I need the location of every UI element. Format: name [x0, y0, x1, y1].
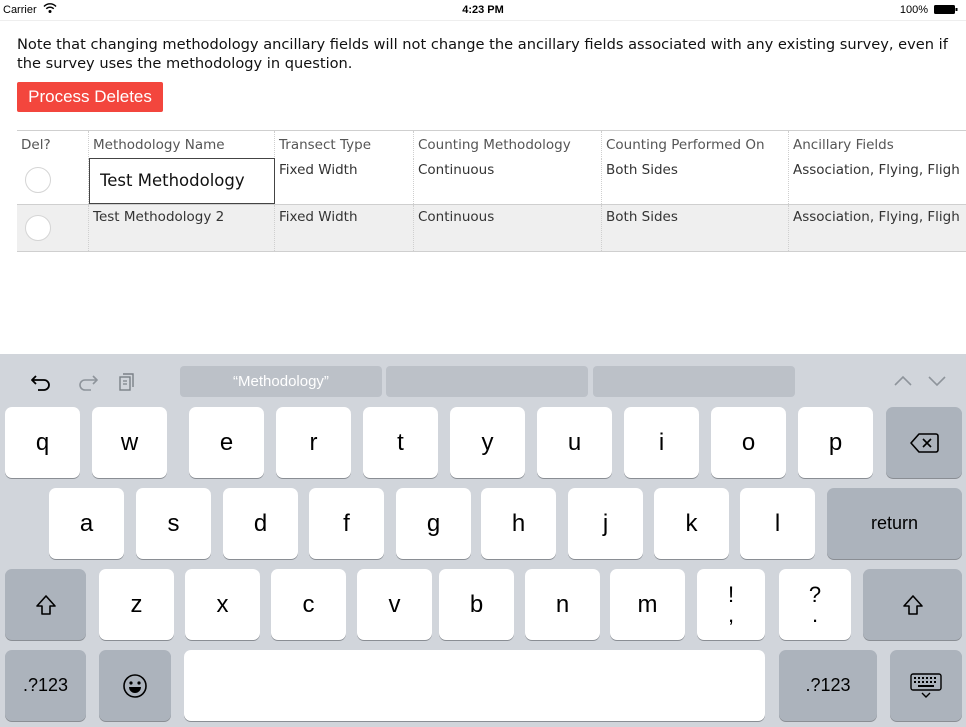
column-header-transect[interactable]: Transect Type — [275, 131, 414, 159]
methodology-note: Note that changing methodology ancillary… — [17, 36, 948, 72]
transect-cell: Fixed Width — [275, 205, 414, 251]
key-n[interactable]: n — [525, 569, 600, 640]
emoji-icon — [123, 673, 147, 698]
key-comma-label: , — [727, 601, 735, 627]
transect-cell: Fixed Width — [275, 158, 414, 204]
key-a[interactable]: a — [49, 488, 124, 559]
numbers-key-left[interactable]: .?123 — [5, 650, 86, 721]
key-m[interactable]: m — [610, 569, 685, 640]
status-time: 4:23 PM — [462, 4, 504, 16]
column-header-del[interactable]: Del? — [17, 131, 89, 159]
paste-icon[interactable] — [116, 370, 138, 392]
key-s[interactable]: s — [136, 488, 211, 559]
key-c[interactable]: c — [271, 569, 346, 640]
shift-icon — [35, 594, 56, 615]
key-i[interactable]: i — [624, 407, 699, 478]
key-exclaim-comma[interactable]: ! , — [697, 569, 765, 640]
space-key[interactable] — [184, 650, 765, 721]
key-g[interactable]: g — [396, 488, 471, 559]
suggestion-2[interactable] — [386, 366, 588, 397]
key-period-label: . — [811, 601, 819, 627]
counting-cell: Continuous — [414, 158, 602, 204]
onscreen-keyboard: “Methodology” q w e r t y u i o p a s d … — [0, 354, 966, 727]
key-k[interactable]: k — [654, 488, 729, 559]
table-header: Del? Methodology Name Transect Type Coun… — [17, 130, 966, 160]
chevron-up-icon[interactable] — [892, 370, 914, 392]
battery-icon — [934, 5, 958, 14]
return-key[interactable]: return — [827, 488, 962, 559]
column-header-counting[interactable]: Counting Methodology — [414, 131, 602, 159]
redo-icon[interactable] — [77, 370, 99, 392]
key-v[interactable]: v — [357, 569, 432, 640]
key-y[interactable]: y — [450, 407, 525, 478]
key-j[interactable]: j — [568, 488, 643, 559]
key-question-period[interactable]: ? . — [779, 569, 851, 640]
key-o[interactable]: o — [711, 407, 786, 478]
key-x[interactable]: x — [185, 569, 260, 640]
table-row[interactable]: Fixed Width Continuous Both Sides Associ… — [17, 158, 966, 205]
key-u[interactable]: u — [537, 407, 612, 478]
column-header-ancillary[interactable]: Ancillary Fields — [789, 131, 966, 159]
key-d[interactable]: d — [223, 488, 298, 559]
ancillary-cell: Association, Flying, Fligh — [793, 162, 960, 178]
chevron-down-icon[interactable] — [926, 370, 948, 392]
key-p[interactable]: p — [798, 407, 873, 478]
counting-cell: Continuous — [414, 205, 602, 251]
status-bar: Carrier 4:23 PM 100% — [0, 0, 966, 21]
key-f[interactable]: f — [309, 488, 384, 559]
key-z[interactable]: z — [99, 569, 174, 640]
dismiss-keyboard-key[interactable] — [890, 650, 962, 721]
shift-icon — [902, 594, 923, 615]
delete-radio[interactable] — [25, 167, 51, 193]
key-r[interactable]: r — [276, 407, 351, 478]
del-cell — [17, 158, 89, 204]
del-cell — [17, 205, 89, 251]
process-deletes-button[interactable]: Process Deletes — [17, 82, 163, 112]
keyboard-dismiss-icon — [910, 672, 942, 698]
suggestion-3[interactable] — [593, 366, 795, 397]
backspace-icon — [910, 432, 939, 453]
performed-on-cell: Both Sides — [602, 205, 789, 251]
key-w[interactable]: w — [92, 407, 167, 478]
key-b[interactable]: b — [439, 569, 514, 640]
shift-left-key[interactable] — [5, 569, 86, 640]
key-q[interactable]: q — [5, 407, 80, 478]
performed-on-cell: Both Sides — [602, 158, 789, 204]
key-t[interactable]: t — [363, 407, 438, 478]
battery-percent: 100% — [899, 4, 928, 16]
numbers-key-right[interactable]: .?123 — [779, 650, 877, 721]
emoji-key[interactable] — [99, 650, 171, 721]
delete-radio[interactable] — [25, 215, 51, 241]
undo-icon[interactable] — [30, 370, 52, 392]
key-h[interactable]: h — [481, 488, 556, 559]
backspace-key[interactable] — [886, 407, 962, 478]
key-e[interactable]: e — [189, 407, 264, 478]
suggestion-1[interactable]: “Methodology” — [180, 366, 382, 397]
column-header-name[interactable]: Methodology Name — [89, 131, 275, 159]
key-l[interactable]: l — [740, 488, 815, 559]
table-row[interactable]: Test Methodology 2 Fixed Width Continuou… — [17, 205, 966, 252]
keyboard-shortcut-bar: “Methodology” — [0, 354, 966, 406]
column-header-performed-on[interactable]: Counting Performed On — [602, 131, 789, 159]
methodology-name-cell[interactable]: Test Methodology 2 — [89, 205, 275, 251]
methodology-name-field[interactable] — [89, 158, 275, 204]
shift-right-key[interactable] — [863, 569, 962, 640]
ancillary-cell: Association, Flying, Fligh — [793, 209, 960, 225]
